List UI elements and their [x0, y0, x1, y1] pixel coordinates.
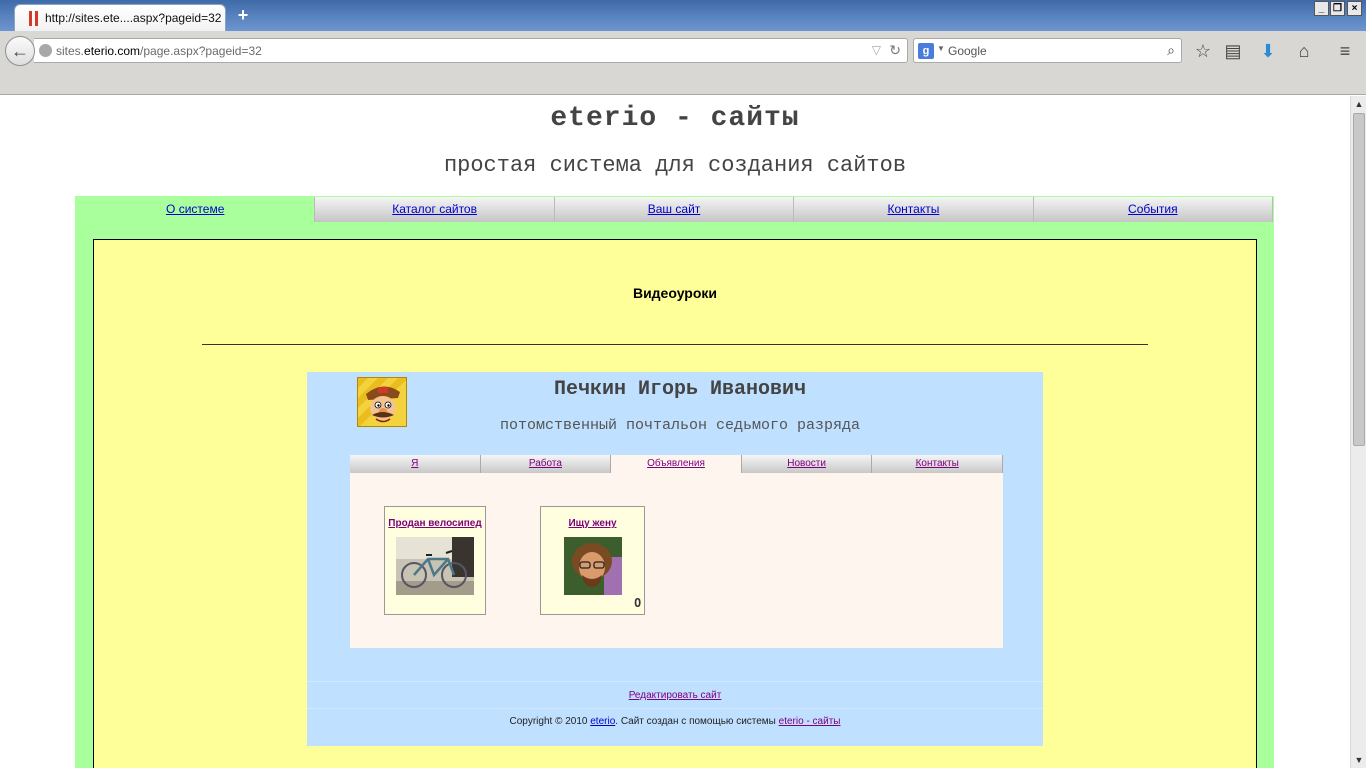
- content-title: Видеоуроки: [632, 285, 718, 301]
- content-area: Видеоуроки Печкин Игорь Иванович потомст…: [93, 239, 1257, 768]
- globe-icon: [39, 44, 52, 57]
- back-button[interactable]: ←: [5, 36, 35, 66]
- reading-list-icon[interactable]: ▤: [1222, 40, 1244, 62]
- ad-title[interactable]: Продан велосипед: [385, 518, 485, 529]
- person-name: Печкин Игорь Иванович: [553, 378, 807, 401]
- sub-tab-work[interactable]: Работа: [480, 455, 612, 473]
- page-viewport: eterio - сайты простая система для созда…: [0, 96, 1350, 768]
- sub-tab-news[interactable]: Новости: [741, 455, 873, 473]
- nav-tab-events[interactable]: События: [1033, 197, 1274, 222]
- download-icon[interactable]: ⬇: [1257, 40, 1279, 62]
- new-tab-button[interactable]: +: [233, 5, 253, 25]
- ad-card-wife[interactable]: Ищу жену 𝟎: [540, 506, 645, 615]
- bicycle-photo[interactable]: [396, 537, 474, 595]
- restore-button[interactable]: ❐: [1330, 1, 1345, 16]
- scroll-up-icon[interactable]: ▲: [1351, 96, 1366, 112]
- tab-title: http://sites.ete....aspx?pageid=32: [45, 11, 222, 25]
- scroll-thumb[interactable]: [1353, 113, 1365, 446]
- nav-tab-about[interactable]: О системе: [76, 197, 316, 222]
- sub-tab-me[interactable]: Я: [350, 455, 481, 473]
- edit-site-row: Редактировать сайт: [307, 681, 1043, 709]
- reload-icon[interactable]: ↻: [889, 42, 901, 59]
- search-placeholder[interactable]: Google: [948, 44, 987, 58]
- url-bar[interactable]: sites.eterio.com/page.aspx?pageid=32 ▽ ↻: [34, 38, 908, 63]
- vertical-scrollbar[interactable]: ▲ ▼: [1350, 96, 1366, 768]
- site-subtitle: простая система для создания сайтов: [443, 153, 907, 178]
- main-nav: О системе Каталог сайтов Ваш сайт Контак…: [76, 197, 1274, 222]
- media-pause-icon: [29, 11, 38, 26]
- person-subtitle: потомственный почтальон седьмого разряда: [499, 417, 861, 434]
- person-photo[interactable]: [564, 537, 622, 595]
- edit-site-link[interactable]: Редактировать сайт: [629, 690, 722, 701]
- back-icon: ←: [11, 41, 29, 61]
- close-window-button[interactable]: ×: [1347, 1, 1362, 16]
- browser-toolbar: sites.eterio.com/page.aspx?pageid=32 ▽ ↻…: [0, 31, 1366, 95]
- bookmark-star-icon[interactable]: ☆: [1192, 40, 1214, 62]
- minimize-button[interactable]: _: [1314, 1, 1329, 16]
- menu-icon[interactable]: ≡: [1334, 40, 1356, 62]
- window-titlebar: http://sites.ete....aspx?pageid=32 + _ ❐…: [0, 0, 1366, 31]
- embedded-nav: Я Работа Объявления Новости Контакты: [350, 455, 1003, 473]
- search-bar[interactable]: g ▼ Google ⌕: [913, 38, 1182, 63]
- eterio-link[interactable]: eterio: [590, 716, 615, 727]
- sub-tab-ads[interactable]: Объявления: [611, 455, 742, 473]
- ad-title[interactable]: Ищу жену: [541, 518, 644, 529]
- scroll-down-icon[interactable]: ▼: [1351, 752, 1366, 768]
- ads-panel: Продан велосипед Ищу жену 𝟎: [350, 473, 1003, 648]
- site-frame: О системе Каталог сайтов Ваш сайт Контак…: [75, 196, 1274, 768]
- search-icon[interactable]: ⌕: [1167, 42, 1175, 59]
- nav-tab-contacts[interactable]: Контакты: [794, 197, 1034, 222]
- eterio-sites-link[interactable]: eterio - сайты: [779, 716, 841, 727]
- nav-tab-your-site[interactable]: Ваш сайт: [554, 197, 795, 222]
- ad-card-bicycle[interactable]: Продан велосипед: [384, 506, 486, 615]
- url-text[interactable]: sites.eterio.com/page.aspx?pageid=32: [56, 44, 262, 58]
- home-icon[interactable]: ⌂: [1293, 40, 1315, 62]
- search-engine-icon[interactable]: g: [918, 43, 934, 59]
- paperclip-icon: 𝟎: [634, 596, 641, 610]
- embedded-site-preview: Печкин Игорь Иванович потомственный почт…: [307, 372, 1043, 746]
- engine-dropdown-icon[interactable]: ▼: [937, 44, 945, 53]
- copyright: Copyright © 2010 eterio. Сайт создан с п…: [509, 716, 841, 727]
- sub-tab-contacts[interactable]: Контакты: [872, 455, 1003, 473]
- nav-tab-catalog[interactable]: Каталог сайтов: [315, 197, 555, 222]
- site-title: eterio - сайты: [550, 103, 800, 134]
- browser-tab[interactable]: http://sites.ete....aspx?pageid=32: [14, 4, 226, 31]
- divider: [202, 344, 1148, 345]
- history-dropdown-icon[interactable]: ▽: [872, 43, 881, 57]
